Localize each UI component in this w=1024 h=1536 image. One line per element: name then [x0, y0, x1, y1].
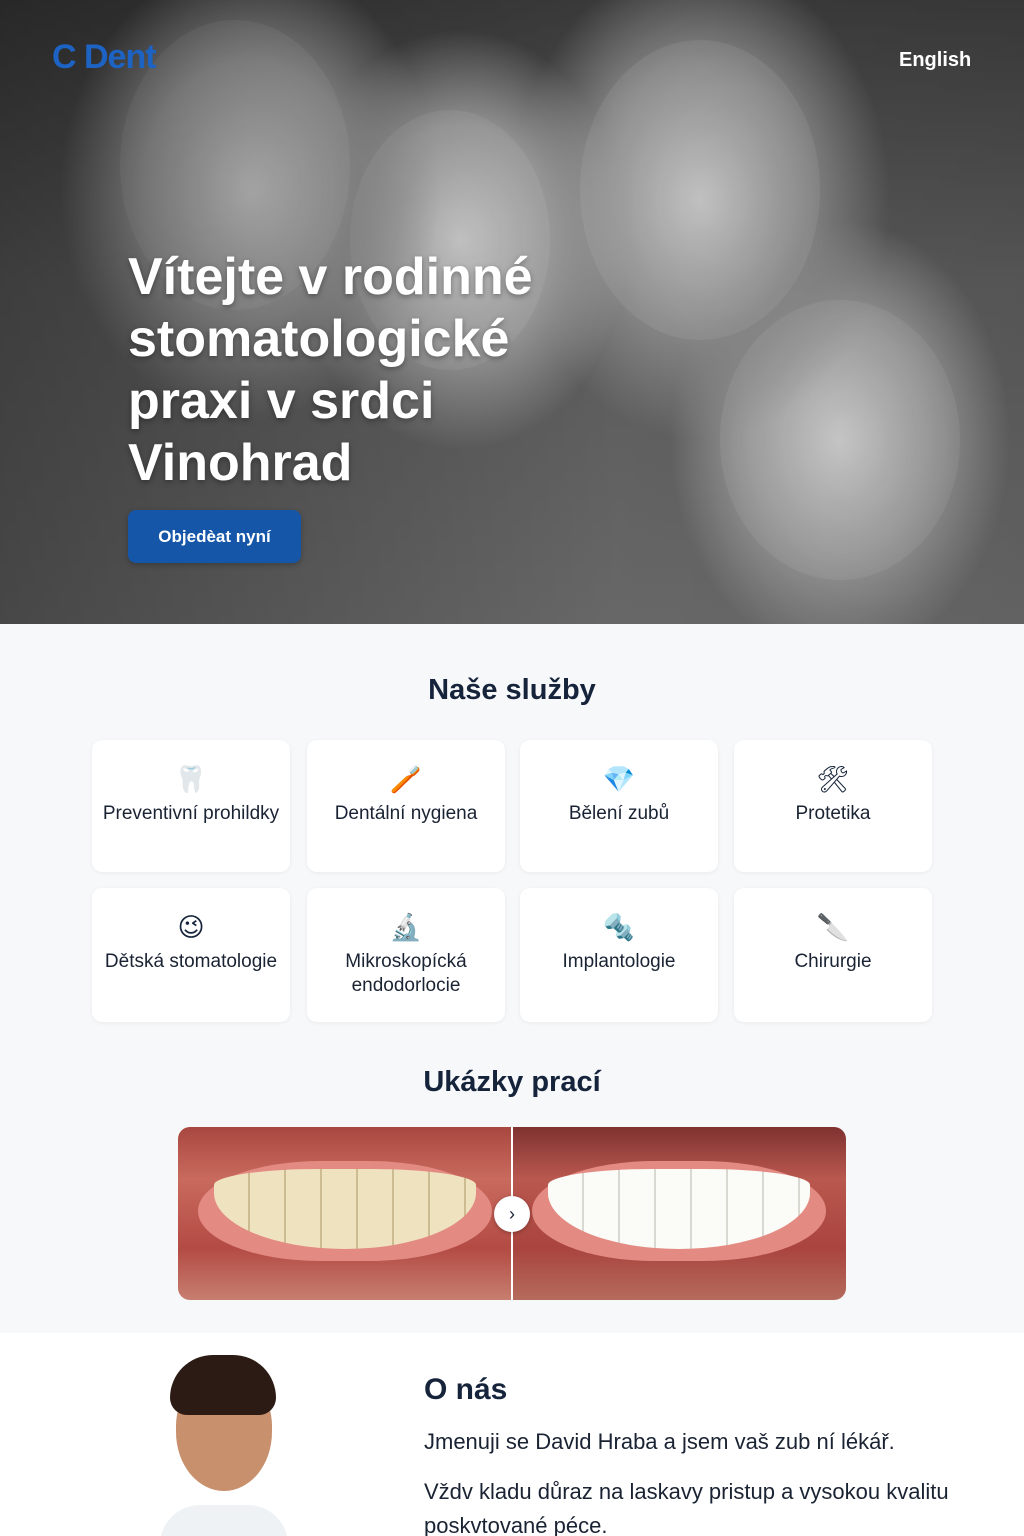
doctor-photo	[160, 1355, 288, 1536]
tools-icon: 🛠	[816, 763, 850, 794]
smiley-icon: 😉	[177, 911, 205, 942]
hero-title: Vítejte v rodinné stomatologické praxi v…	[128, 248, 533, 492]
services-title: Naše služby	[428, 674, 596, 706]
chevron-right-icon[interactable]: ›	[494, 1196, 530, 1232]
toothbrush-icon: 🪥	[389, 763, 423, 794]
site-logo[interactable]: C Dent	[52, 38, 157, 77]
service-card-whitening[interactable]: 💎 Bělení zubů	[520, 740, 718, 872]
microscope-icon: 🔬	[389, 911, 423, 942]
service-label: Dětská stomatologie	[104, 951, 278, 972]
about-title: O nás	[424, 1373, 508, 1406]
diamond-icon: 💎	[602, 763, 636, 794]
about-paragraph-1: Jmenuji se David Hraba a jsem vaš zub ní…	[424, 1429, 895, 1454]
service-label: Preventivní prohildky	[102, 803, 280, 824]
service-label: Chirurgie	[794, 951, 872, 972]
doctor-shirt	[160, 1505, 288, 1536]
after-photo	[512, 1127, 846, 1300]
service-label: Implantologie	[562, 951, 676, 972]
service-card-prosthetics[interactable]: 🛠 Protetika	[734, 740, 932, 872]
about-paragraph-2: Vždv kladu důraz na laskavy pristup a vy…	[424, 1479, 949, 1536]
service-card-hygiene[interactable]: 🪥 Dentální nygiena	[307, 740, 505, 872]
language-switch-link[interactable]: English	[899, 49, 971, 72]
service-label: Protetika	[795, 803, 871, 824]
gallery-title: Ukázky prací	[423, 1066, 601, 1098]
about-section: O nás Jmenuji se David Hraba a jsem vaš …	[0, 1333, 1024, 1536]
service-card-preventive[interactable]: 🦷 Preventivní prohildky	[92, 740, 290, 872]
before-photo	[178, 1127, 512, 1300]
service-card-pediatric[interactable]: 😉 Dětská stomatologie	[92, 888, 290, 1022]
implant-icon: 🔩	[602, 911, 636, 942]
service-card-endodontics[interactable]: 🔬 Mikroskopícká endodorlocie	[307, 888, 505, 1022]
service-label: Bělení zubů	[568, 803, 670, 824]
doctor-hair	[170, 1355, 276, 1415]
hero-section: C Dent English Vítejte v rodinné stomato…	[0, 0, 1024, 624]
scalpel-icon: 🔪	[816, 911, 850, 942]
service-label: Mikroskopícká endodorlocie	[345, 951, 467, 996]
book-now-button[interactable]: Objedèat nyní	[128, 510, 301, 563]
tooth-icon: 🦷	[174, 763, 208, 794]
service-label: Dentální nygiena	[334, 803, 478, 824]
service-card-implantology[interactable]: 🔩 Implantologie	[520, 888, 718, 1022]
service-card-surgery[interactable]: 🔪 Chirurgie	[734, 888, 932, 1022]
